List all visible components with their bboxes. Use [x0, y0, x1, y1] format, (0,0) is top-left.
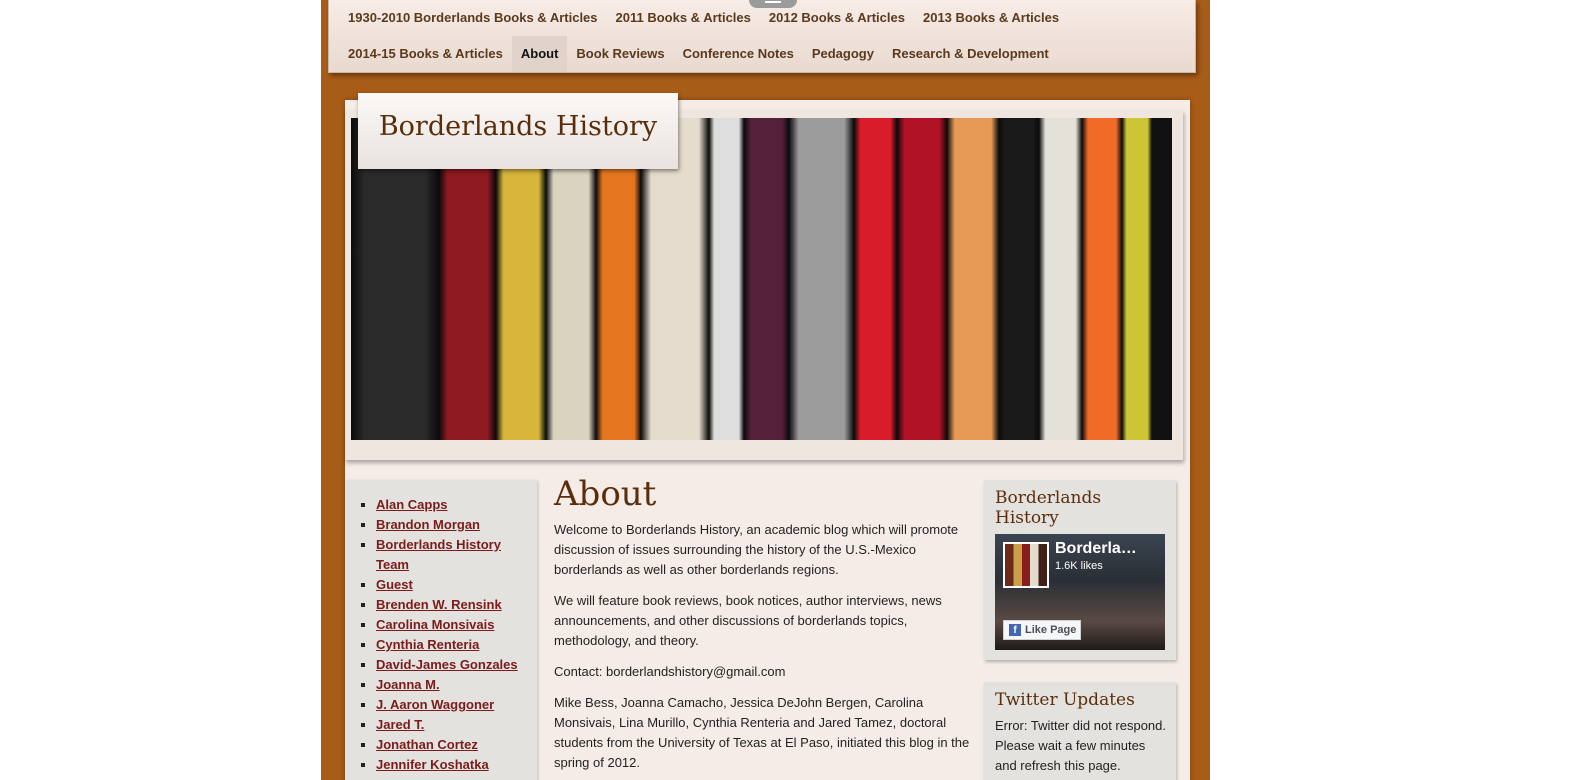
facebook-page-name[interactable]: Borderla…: [1055, 540, 1137, 558]
twitter-widget: Twitter Updates Error: Twitter did not r…: [984, 682, 1176, 780]
main-content: About Welcome to Borderlands History, an…: [554, 470, 974, 780]
facebook-widget-title: Borderlands History: [995, 488, 1102, 528]
page-title: About: [554, 474, 657, 514]
features-paragraph: We will feature book reviews, book notic…: [554, 593, 942, 648]
author-link[interactable]: Jonathan Cortez: [376, 737, 478, 752]
list-item: Carolina Monsivais: [376, 615, 537, 635]
facebook-widget: Borderlands History Borderla… 1.6K likes…: [984, 480, 1176, 660]
list-item: Alan Capps: [376, 495, 537, 515]
nav-item[interactable]: 2012 Books & Articles: [760, 0, 914, 36]
author-link[interactable]: Borderlands History Team: [376, 537, 501, 572]
list-item: Brandon Morgan: [376, 515, 537, 535]
list-item: David-James Gonzales: [376, 655, 537, 675]
author-link[interactable]: Jennifer Koshatka: [376, 757, 489, 772]
book-spine: [744, 118, 789, 440]
twitter-widget-title: Twitter Updates: [995, 690, 1135, 710]
nav-item[interactable]: Conference Notes: [674, 36, 803, 72]
book-spine: [854, 118, 897, 440]
left-sidebar: Alan Capps Brandon Morgan Borderlands Hist…: [346, 480, 537, 780]
list-item: Joanna M.: [376, 675, 537, 695]
author-link[interactable]: Joanna M.: [376, 677, 440, 692]
list-item: J. Aaron Waggoner: [376, 695, 537, 715]
author-link[interactable]: Guest: [376, 577, 413, 592]
author-link[interactable]: Brenden W. Rensink: [376, 597, 502, 612]
nav-item[interactable]: Research & Development: [883, 36, 1058, 72]
book-spine: [789, 118, 854, 440]
list-item: Borderlands History Team: [376, 535, 537, 575]
facebook-page-thumbnail[interactable]: [1003, 542, 1049, 588]
nav-item[interactable]: 2011 Books & Articles: [607, 0, 760, 36]
founders-paragraph: Mike Bess, Joanna Camacho, Jessica DeJoh…: [554, 695, 970, 770]
book-spine: [1039, 118, 1082, 440]
contact-paragraph: Contact: borderlandshistory@gmail.com: [554, 664, 786, 679]
book-spine: [897, 118, 947, 440]
book-spine: [1082, 118, 1122, 440]
author-link[interactable]: David-James Gonzales: [376, 657, 518, 672]
author-link[interactable]: Carolina Monsivais: [376, 617, 494, 632]
book-spine: [1122, 118, 1152, 440]
facebook-likes-count: 1.6K likes: [1055, 560, 1103, 572]
right-sidebar: Borderlands History Borderla… 1.6K likes…: [984, 480, 1176, 780]
list-item: Brenden W. Rensink: [376, 595, 537, 615]
page-wrapper: 1930-2010 Borderlands Books & Articles 20…: [321, 0, 1210, 780]
nav-row-2: 2014-15 Books & Articles About Book Review…: [339, 36, 1058, 72]
nav-item[interactable]: 1930-2010 Borderlands Books & Articles: [339, 0, 607, 36]
like-page-label: Like Page: [1025, 624, 1077, 636]
nav-item[interactable]: Book Reviews: [567, 36, 673, 72]
nav-item[interactable]: 2013 Books & Articles: [914, 0, 1068, 36]
author-link[interactable]: Jared T.: [376, 717, 424, 732]
nav-row-1: 1930-2010 Borderlands Books & Articles 20…: [339, 0, 1068, 36]
list-item: Cynthia Renteria: [376, 635, 537, 655]
list-item: Jared T.: [376, 715, 537, 735]
book-spine: [999, 118, 1039, 440]
list-item: Jennifer Koshatka: [376, 755, 537, 775]
book-spine: [709, 118, 744, 440]
site-title[interactable]: Borderlands History: [358, 111, 678, 142]
facebook-page-box[interactable]: Borderla… 1.6K likes f Like Page: [995, 534, 1165, 650]
nav-item[interactable]: About: [511, 36, 568, 72]
site-title-tag[interactable]: Borderlands History: [358, 93, 678, 169]
nav-item[interactable]: 2014-15 Books & Articles: [339, 36, 512, 72]
list-item: Jonathan Cortez: [376, 735, 537, 755]
intro-paragraph: Welcome to Borderlands History, an acade…: [554, 522, 959, 577]
author-link[interactable]: Brandon Morgan: [376, 517, 480, 532]
book-spine: [947, 118, 999, 440]
top-navigation: 1930-2010 Borderlands Books & Articles 20…: [328, 0, 1196, 73]
like-page-button[interactable]: f Like Page: [1003, 620, 1081, 640]
author-link[interactable]: J. Aaron Waggoner: [376, 697, 494, 712]
list-item: Guest: [376, 575, 537, 595]
author-list: Alan Capps Brandon Morgan Borderlands Hist…: [346, 480, 537, 775]
author-link[interactable]: Alan Capps: [376, 497, 448, 512]
facebook-icon: f: [1009, 624, 1021, 636]
twitter-error-message: Error: Twitter did not respond. Please w…: [995, 718, 1167, 773]
nav-item[interactable]: Pedagogy: [803, 36, 883, 72]
author-link[interactable]: Cynthia Renteria: [376, 637, 479, 652]
